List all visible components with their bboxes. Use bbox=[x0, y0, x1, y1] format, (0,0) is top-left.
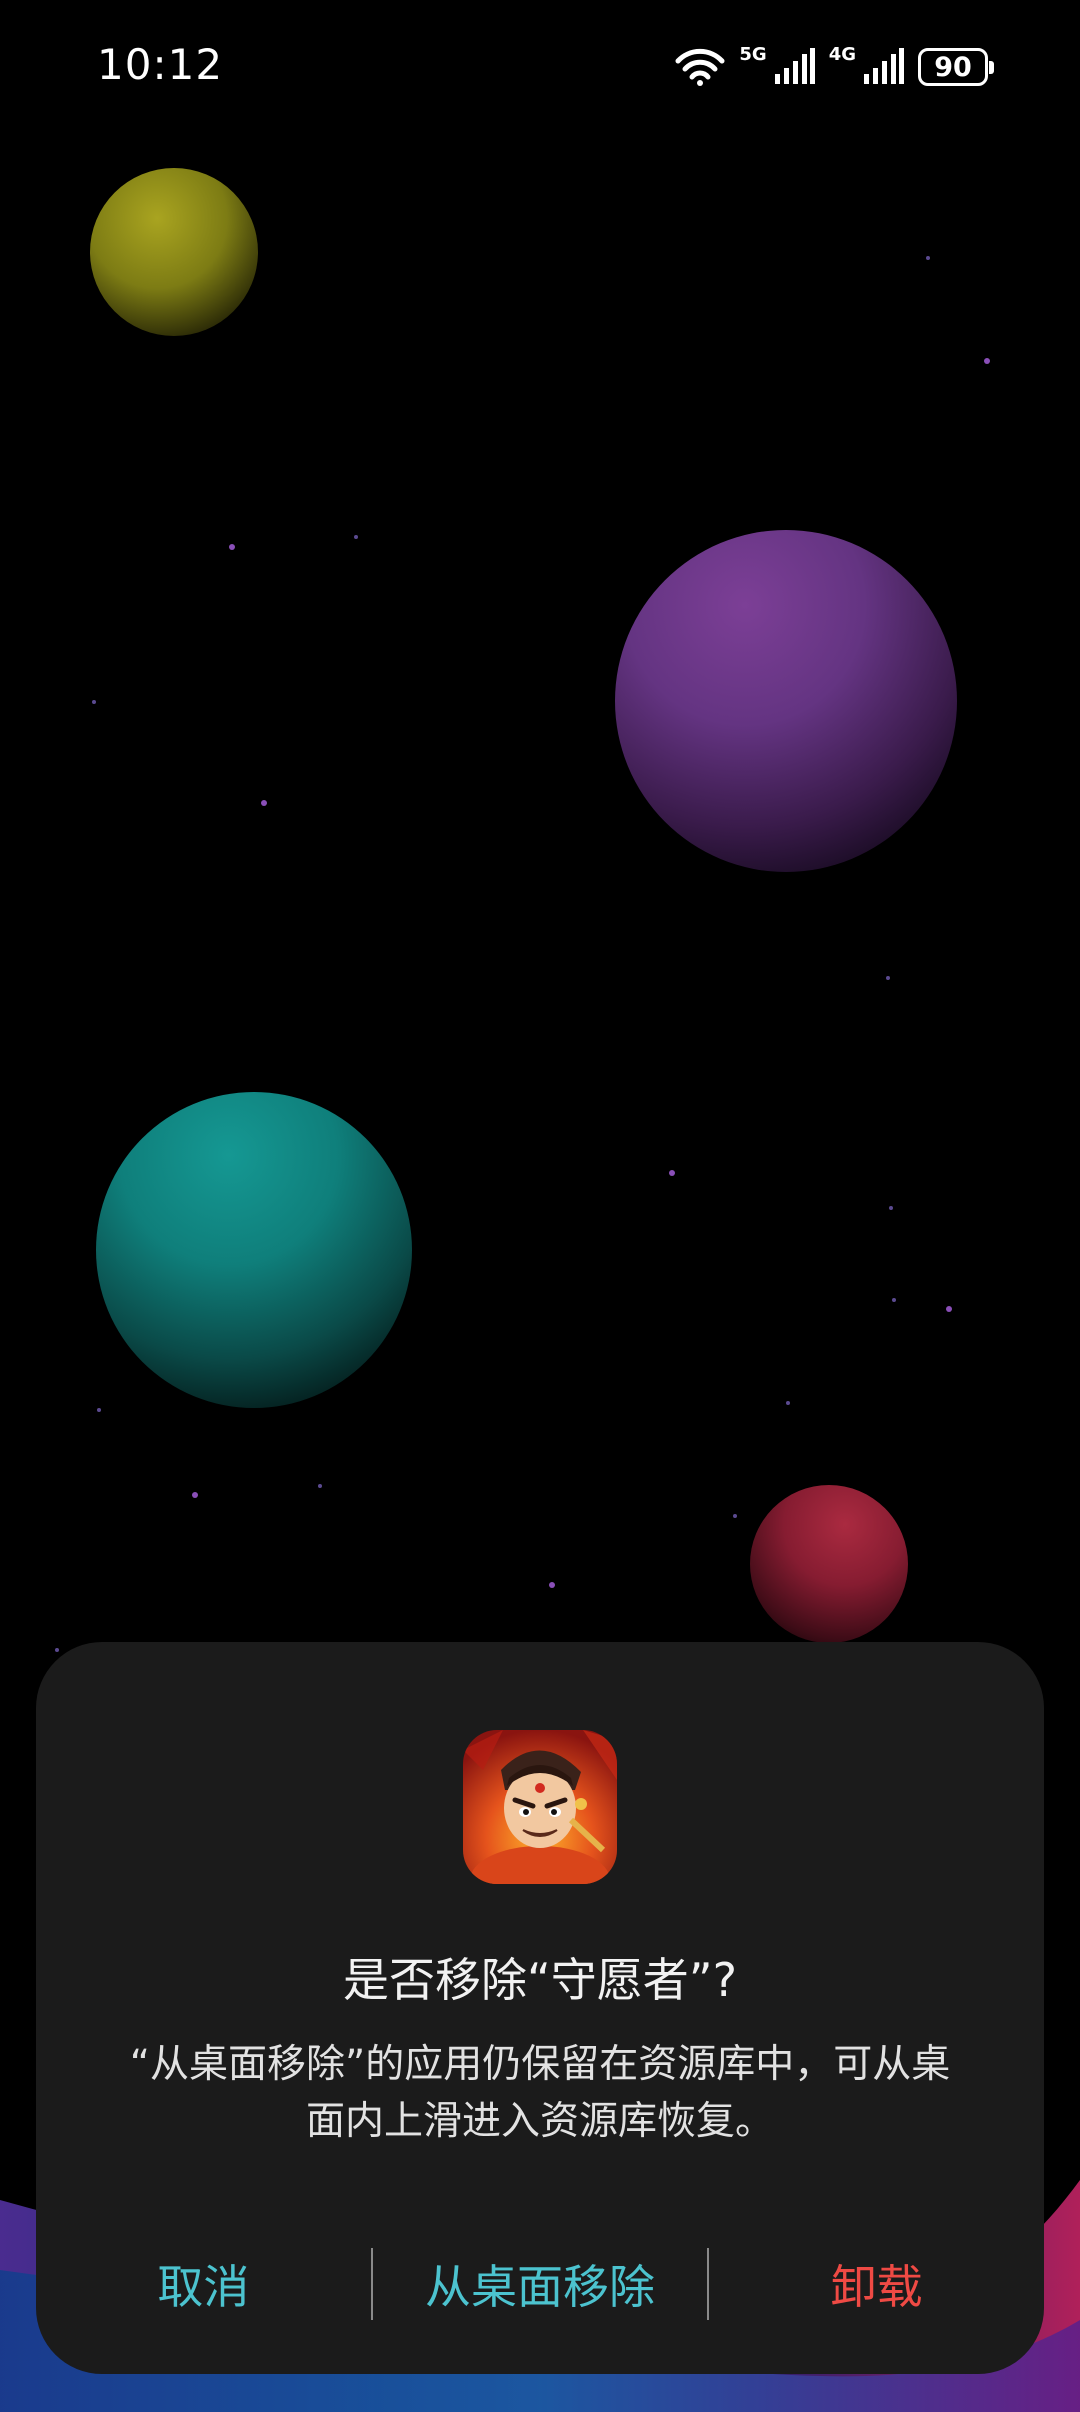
cancel-button[interactable]: 取消 bbox=[36, 2242, 371, 2326]
red-planet bbox=[750, 1485, 908, 1643]
star bbox=[354, 535, 358, 539]
star bbox=[318, 1484, 322, 1488]
star bbox=[97, 1408, 101, 1412]
status-icons: 5G 4G 90 bbox=[675, 44, 994, 90]
home-screen: 10:12 5G 4G 90 是否移除“守愿者”? “从桌面移除”的应用仍保留在… bbox=[0, 0, 1080, 2412]
remove-app-dialog: 是否移除“守愿者”? “从桌面移除”的应用仍保留在资源库中，可从桌面内上滑进入资… bbox=[36, 1642, 1044, 2374]
teal-planet bbox=[96, 1092, 412, 1408]
cellular-signal-icon bbox=[774, 48, 815, 84]
star bbox=[946, 1306, 952, 1312]
star bbox=[926, 256, 930, 260]
game-character-icon bbox=[463, 1730, 617, 1884]
star bbox=[889, 1206, 893, 1210]
uninstall-button[interactable]: 卸载 bbox=[709, 2242, 1044, 2326]
network-4g-label: 4G bbox=[828, 44, 856, 65]
star bbox=[984, 358, 990, 364]
remove-from-desktop-button[interactable]: 从桌面移除 bbox=[373, 2242, 708, 2326]
dialog-message: “从桌面移除”的应用仍保留在资源库中，可从桌面内上滑进入资源库恢复。 bbox=[129, 2042, 951, 2144]
star bbox=[261, 800, 267, 806]
app-icon bbox=[463, 1730, 617, 1884]
network-5g-label: 5G bbox=[739, 44, 767, 65]
status-time: 10:12 bbox=[97, 40, 224, 89]
status-bar: 10:12 5G 4G 90 bbox=[0, 0, 1080, 136]
yellow-planet bbox=[90, 168, 258, 336]
dialog-title: 是否移除“守愿者”? bbox=[342, 1953, 738, 2007]
battery-level: 90 bbox=[934, 51, 972, 83]
star bbox=[229, 544, 235, 550]
battery-icon: 90 bbox=[918, 48, 994, 86]
star bbox=[733, 1514, 737, 1518]
star bbox=[92, 700, 96, 704]
purple-planet bbox=[615, 530, 957, 872]
star bbox=[192, 1492, 198, 1498]
wifi-icon bbox=[675, 48, 725, 86]
star bbox=[886, 976, 890, 980]
dialog-actions: 取消 从桌面移除 卸载 bbox=[36, 2242, 1044, 2326]
star bbox=[55, 1648, 59, 1652]
star bbox=[892, 1298, 896, 1302]
star bbox=[549, 1582, 555, 1588]
star bbox=[786, 1401, 790, 1405]
star bbox=[669, 1170, 675, 1176]
cellular-signal-icon-2 bbox=[864, 48, 904, 84]
